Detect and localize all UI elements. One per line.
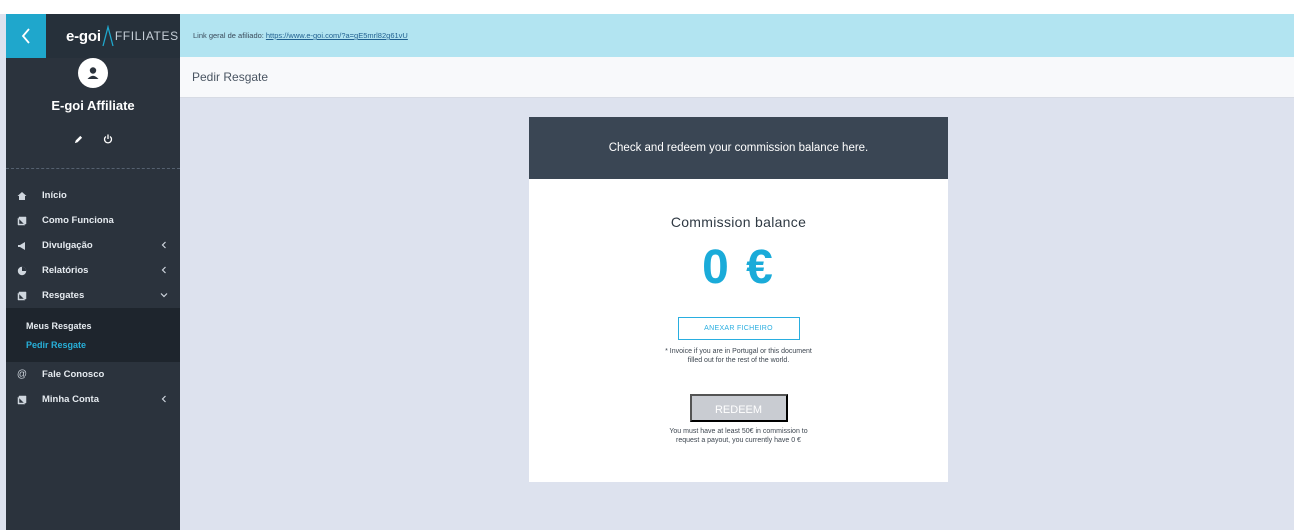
sidebar-item-minha-conta[interactable]: Minha Conta [6,387,180,412]
book-icon [16,290,28,302]
balance-value: 0 € [702,241,775,294]
edit-button[interactable] [72,133,84,145]
attach-note-line: * Invoice if you are in Portugal or this… [665,348,812,355]
sidebar-menu-lower: @ Fale Conosco Minha Conta [6,362,180,412]
sidebar-item-fale-conosco[interactable]: @ Fale Conosco [6,362,180,387]
sidebar-item-como-funciona[interactable]: Como Funciona [6,208,180,233]
sidebar-header: e-goi FFILIATES [6,14,180,58]
balance-label: Commission balance [670,214,807,230]
back-button[interactable] [6,14,46,58]
redeem-note-line: You must have at least 50€ in commission… [669,428,808,435]
home-icon [16,190,28,202]
card-header: Check and redeem your commission balance… [529,117,948,179]
chevron-left-icon [161,395,166,403]
logo-mark-icon [102,25,114,47]
chevron-down-icon [160,293,168,298]
sidebar-item-label: Fale Conosco [42,369,105,380]
sidebar-item-relatorios[interactable]: Relatórios [6,258,180,283]
logo[interactable]: e-goi FFILIATES [46,14,179,58]
submenu-item-pedir-resgate[interactable]: Pedir Resgate [6,335,180,354]
redeem-button[interactable]: REDEEM [689,394,788,422]
window-top-strip [0,0,1294,14]
chart-icon [16,265,28,277]
user-icon [87,67,99,79]
profile-name: E-goi Affiliate [51,98,135,113]
avatar[interactable] [78,58,108,88]
sidebar-item-divulgacao[interactable]: Divulgação [6,233,180,258]
sidebar-item-label: Relatórios [42,265,89,276]
chevron-left-icon [21,28,30,44]
page-title: Pedir Resgate [180,57,1294,98]
sidebar-item-resgates[interactable]: Resgates [6,283,180,308]
attach-note: * Invoice if you are in Portugal or this… [529,347,948,365]
sidebar: e-goi FFILIATES E-goi Affiliate Início C… [6,14,180,530]
at-icon: @ [16,369,28,380]
attach-note-line: filled out for the rest of the world. [687,357,790,364]
redeem-note: You must have at least 50€ in commission… [529,427,948,445]
logo-sub-text: FFILIATES [114,29,179,43]
chevron-left-icon [161,241,166,249]
sidebar-item-label: Divulgação [42,240,93,251]
sidebar-item-label: Minha Conta [42,394,99,405]
redeem-card: Check and redeem your commission balance… [529,117,948,482]
attach-file-button[interactable]: ANEXAR FICHEIRO [677,317,800,340]
sidebar-item-label: Início [42,190,67,201]
power-icon [103,134,113,144]
profile-panel: E-goi Affiliate [6,58,180,169]
chevron-left-icon [161,266,166,274]
affiliate-link-bar: Link geral de afiliado: https://www.e-go… [180,14,1294,57]
logout-button[interactable] [102,133,114,145]
book-icon [16,394,28,406]
redeem-note-line: request a payout, you currently have 0 € [676,437,801,444]
affiliate-link[interactable]: https://www.e-goi.com/?a=gE5mrl82g61vU [266,31,408,40]
sidebar-item-label: Como Funciona [42,215,114,226]
sidebar-item-inicio[interactable]: Início [6,183,180,208]
sidebar-item-label: Resgates [42,290,85,301]
sidebar-menu: Início Como Funciona Divulgação Relatóri… [6,169,180,308]
affiliate-link-prefix: Link geral de afiliado: [193,31,264,40]
profile-actions [6,133,180,145]
submenu-item-meus-resgates[interactable]: Meus Resgates [6,316,180,335]
pencil-icon [74,135,82,143]
submenu-resgates: Meus Resgates Pedir Resgate [6,308,180,362]
megaphone-icon [16,240,28,252]
book-icon [16,215,28,227]
logo-main-text: e-goi [66,27,101,45]
